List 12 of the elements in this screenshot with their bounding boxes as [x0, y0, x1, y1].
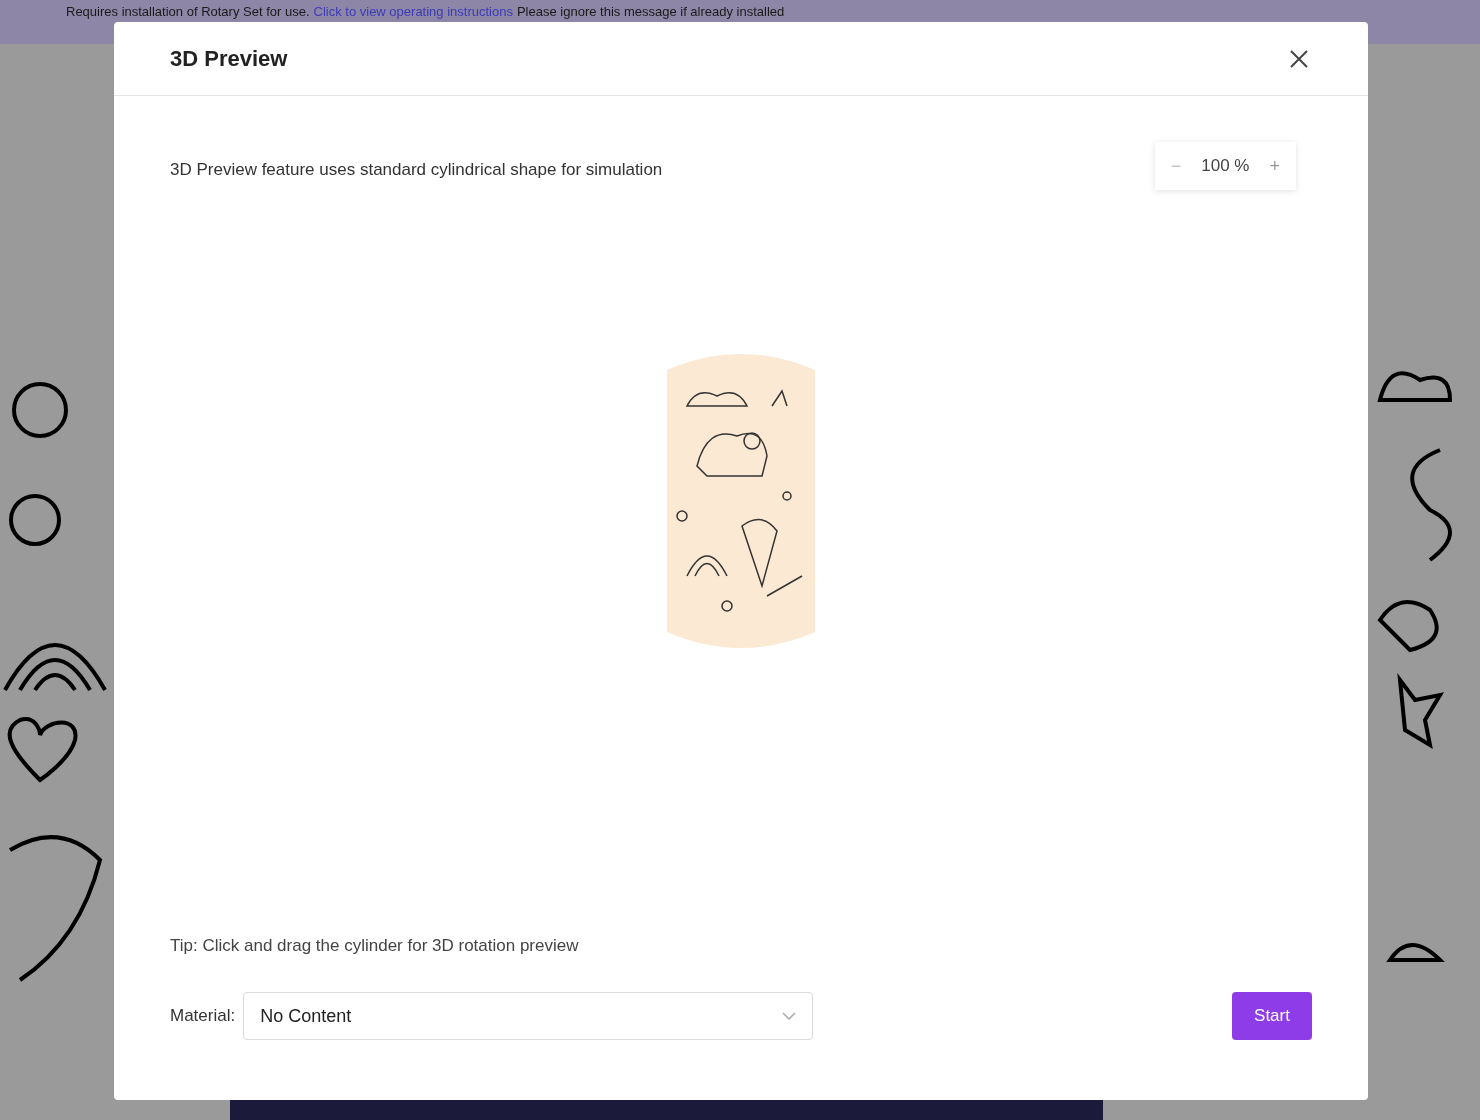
- zoom-in-button[interactable]: +: [1269, 152, 1280, 180]
- notice-note: Please ignore this message if already installed: [516, 3, 785, 21]
- start-button[interactable]: Start: [1232, 992, 1312, 1040]
- close-icon[interactable]: [1290, 49, 1308, 68]
- dialog-title: 3D Preview: [170, 45, 288, 73]
- material-select[interactable]: No Content: [243, 992, 814, 1040]
- chevron-down-icon: [782, 1012, 797, 1020]
- description-text: 3D Preview feature uses standard cylindrical shape for simulation: [170, 159, 663, 182]
- tip-text: Tip: Click and drag the cylinder for 3D rotation preview: [170, 935, 579, 955]
- notice-text: Requires installation of Rotary Set for use.: [66, 3, 310, 21]
- material-label: Material:: [170, 1005, 236, 1028]
- zoom-value: 100 %: [1201, 155, 1250, 178]
